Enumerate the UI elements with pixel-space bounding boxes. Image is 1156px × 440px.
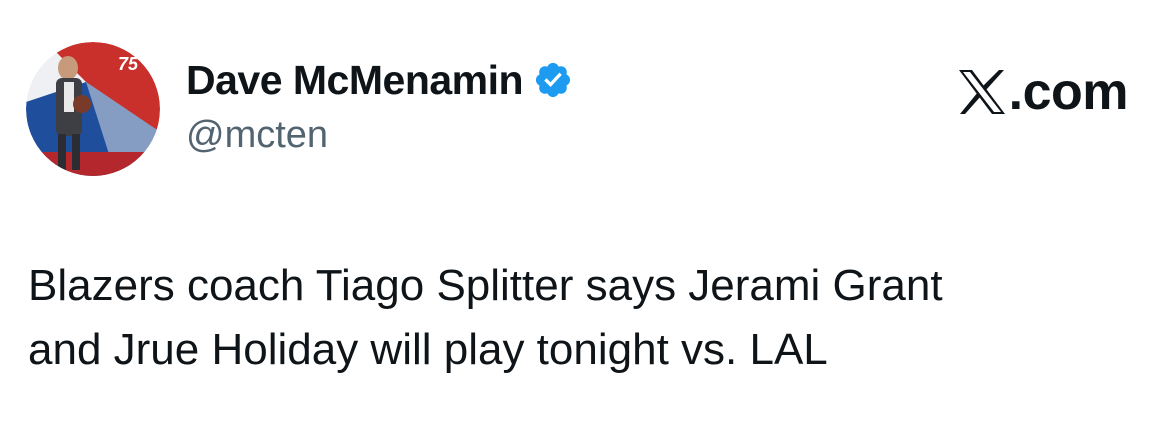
author-display-name[interactable]: Dave McMenamin	[186, 58, 524, 102]
brand-domain-text: .com	[1008, 63, 1129, 121]
author-name-row: Dave McMenamin	[186, 58, 573, 102]
tweet-text-line: and Jrue Holiday will play tonight vs. L…	[28, 325, 828, 374]
brand-watermark: .com	[957, 63, 1129, 121]
tweet-text: Blazers coach Tiago Splitter says Jerami…	[28, 254, 1138, 382]
x-logo-icon	[957, 68, 1007, 116]
profile-photo-avatar: 75	[26, 42, 160, 176]
svg-text:75: 75	[118, 54, 139, 74]
tweet-text-line: Blazers coach Tiago Splitter says Jerami…	[28, 261, 943, 310]
avatar[interactable]: 75	[26, 42, 160, 176]
tweet-card: 75 Dave McMenamin @mcten .com Blazers co…	[0, 0, 1156, 440]
author-handle[interactable]: @mcten	[186, 114, 328, 156]
verified-badge-icon	[533, 60, 573, 100]
